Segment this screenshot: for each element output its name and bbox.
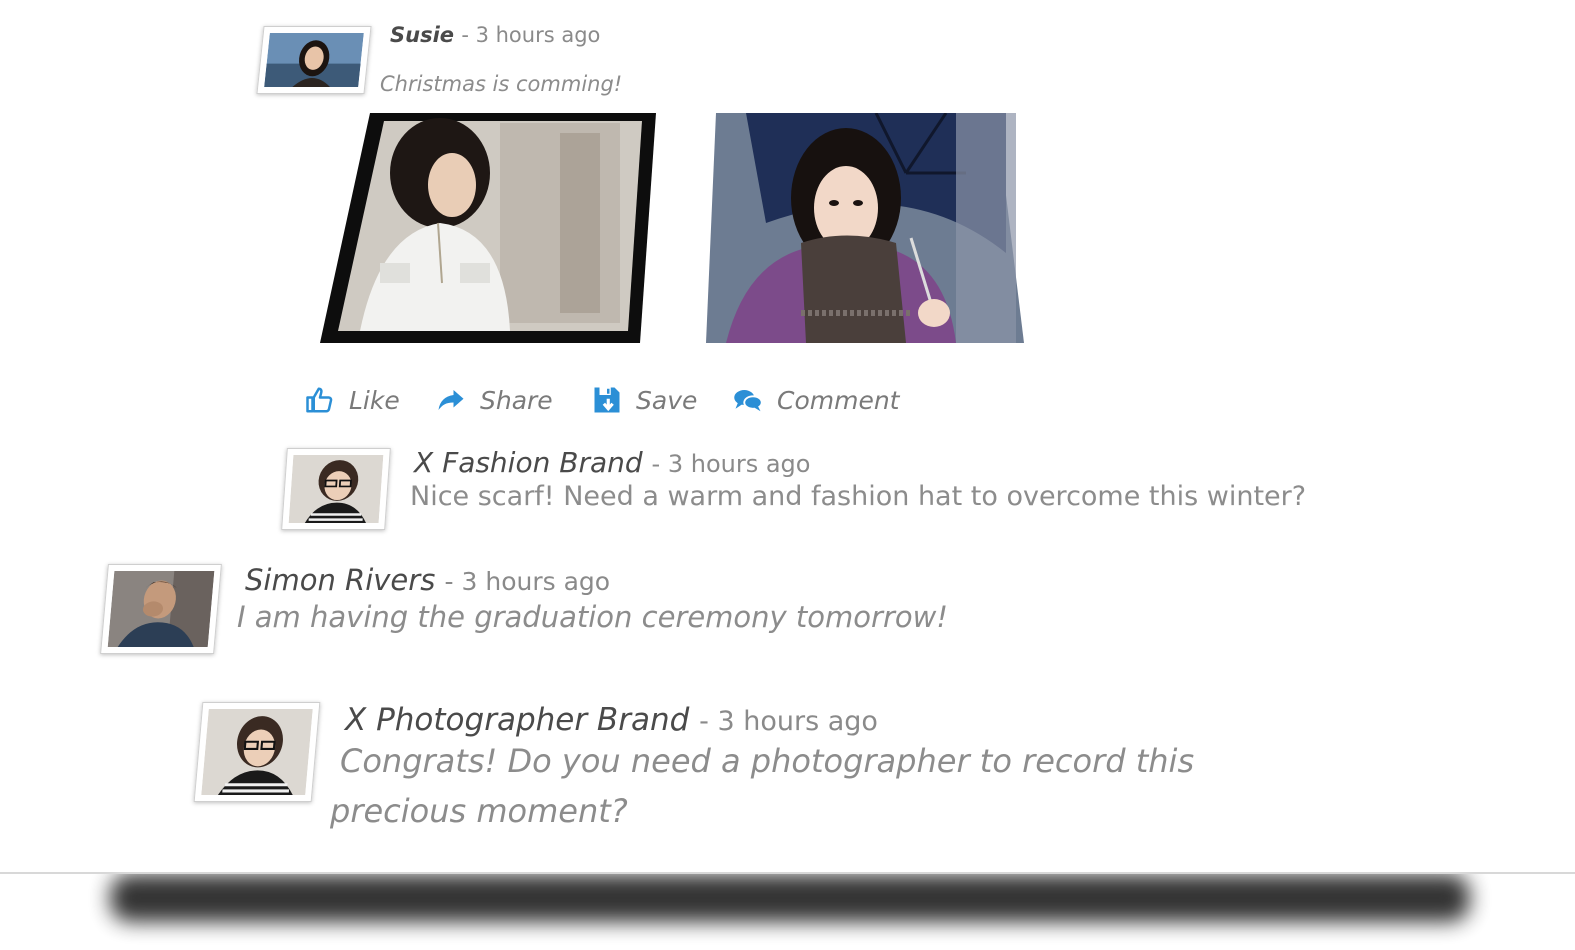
- comment-1-time: - 3 hours ago: [651, 450, 811, 478]
- like-button[interactable]: Like: [305, 380, 400, 420]
- post-text: Christmas is comming!: [380, 72, 623, 96]
- comment-2-time: - 3 hours ago: [444, 567, 611, 596]
- comment-2-text: I am having the graduation ceremony tomo…: [237, 600, 948, 634]
- comment-3-time: - 3 hours ago: [699, 706, 878, 737]
- comment-1-text: Nice scarf! Need a warm and fashion hat …: [410, 481, 1307, 512]
- thumbs-up-icon: [306, 387, 333, 413]
- avatar-x-photographer-brand[interactable]: [193, 702, 321, 802]
- comment-1-author[interactable]: X Fashion Brand - 3 hours ago: [414, 446, 810, 479]
- post-time: - 3 hours ago: [461, 23, 601, 47]
- avatar-susie[interactable]: [256, 26, 372, 94]
- comment-3-text-line-1: Congrats! Do you need a photographer to …: [340, 742, 1195, 780]
- share-button[interactable]: Share: [436, 380, 553, 420]
- like-label: Like: [349, 385, 400, 415]
- post-photo-1[interactable]: [320, 113, 656, 343]
- feed-card: Susie - 3 hours ago Christmas is comming…: [0, 0, 1575, 874]
- comment-2-author[interactable]: Simon Rivers - 3 hours ago: [245, 563, 610, 597]
- post-author-name[interactable]: Susie: [390, 23, 454, 47]
- save-button[interactable]: Save: [592, 380, 697, 420]
- comment-button[interactable]: Comment: [733, 380, 900, 420]
- share-arrow-icon: [438, 390, 464, 410]
- comment-1-author-name[interactable]: X Fashion Brand: [414, 446, 643, 479]
- comment-3-author[interactable]: X Photographer Brand - 3 hours ago: [345, 702, 878, 738]
- comment-3-author-name[interactable]: X Photographer Brand: [345, 702, 689, 738]
- card-shadow: [110, 874, 1470, 922]
- comment-label: Comment: [777, 385, 900, 415]
- avatar-x-fashion-brand[interactable]: [281, 448, 391, 530]
- floppy-download-icon: [594, 387, 620, 413]
- comment-3-text-line-2: precious moment?: [330, 792, 628, 830]
- avatar-simon-rivers[interactable]: [100, 564, 222, 654]
- save-label: Save: [636, 385, 698, 415]
- speech-bubbles-icon: [734, 390, 763, 412]
- comment-2-author-name[interactable]: Simon Rivers: [245, 563, 435, 597]
- post-author[interactable]: Susie - 3 hours ago: [390, 23, 600, 47]
- share-label: Share: [480, 385, 553, 415]
- post-photo-2[interactable]: [706, 113, 1024, 343]
